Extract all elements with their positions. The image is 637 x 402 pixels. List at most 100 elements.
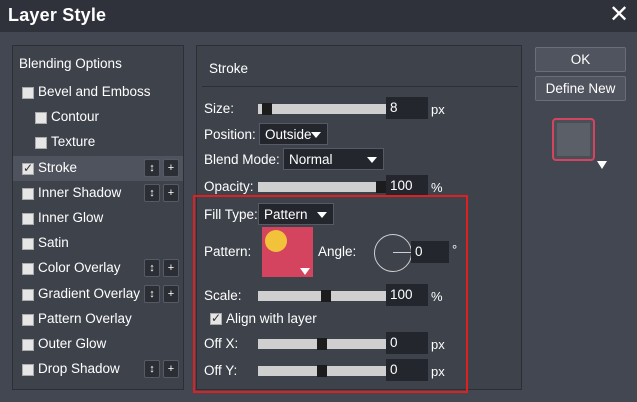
off-y-slider-thumb[interactable] — [317, 365, 327, 377]
effect-checkbox[interactable] — [35, 112, 47, 124]
effect-label: Outer Glow — [38, 336, 107, 351]
align-with-layer-label: Align with layer — [226, 311, 317, 326]
blend-mode-dropdown[interactable]: Normal — [283, 148, 384, 170]
chevron-down-icon — [300, 268, 310, 275]
scale-label: Scale: — [204, 288, 242, 303]
reorder-icon[interactable]: ↕ — [144, 159, 160, 177]
angle-dial[interactable] — [374, 234, 412, 272]
add-icon[interactable]: + — [163, 159, 179, 177]
position-value: Outside — [265, 127, 312, 142]
effect-item-inner-shadow[interactable]: Inner Shadow ↕ + — [13, 181, 183, 206]
scale-slider-thumb[interactable] — [321, 290, 331, 302]
style-preview — [552, 118, 595, 161]
effect-checkbox[interactable] — [22, 188, 34, 200]
effect-checkbox[interactable] — [22, 289, 34, 301]
add-icon[interactable]: + — [163, 259, 179, 277]
effect-checkbox[interactable] — [22, 213, 34, 225]
scale-slider[interactable] — [258, 290, 388, 302]
blend-mode-value: Normal — [289, 152, 333, 167]
effect-item-inner-glow[interactable]: Inner Glow — [13, 206, 183, 231]
pattern-label: Pattern: — [204, 244, 252, 259]
effect-item-outer-glow[interactable]: Outer Glow — [13, 332, 183, 357]
effect-item-gradient-overlay[interactable]: Gradient Overlay ↕ + — [13, 282, 183, 307]
blend-mode-label: Blend Mode: — [204, 152, 280, 167]
position-dropdown[interactable]: Outside — [259, 123, 328, 145]
effect-label: Satin — [38, 235, 69, 250]
effect-checkbox[interactable] — [22, 87, 34, 99]
effect-label: Contour — [51, 109, 100, 124]
add-icon[interactable]: + — [163, 285, 179, 303]
effect-checkbox[interactable] — [22, 238, 34, 250]
effect-label: Pattern Overlay — [38, 311, 132, 326]
effect-label: Inner Shadow — [38, 185, 122, 200]
add-icon[interactable]: + — [163, 184, 179, 202]
opacity-slider[interactable] — [258, 181, 388, 193]
effect-checkbox[interactable] — [22, 314, 34, 326]
size-slider[interactable] — [258, 103, 388, 115]
angle-label: Angle: — [318, 244, 357, 259]
angle-input[interactable]: 0 — [411, 241, 449, 263]
off-x-input[interactable]: 0 — [386, 332, 428, 354]
pattern-dot-icon — [265, 230, 287, 252]
effect-label: Texture — [51, 134, 96, 149]
off-y-label: Off Y: — [204, 363, 238, 378]
off-y-unit: px — [431, 364, 445, 379]
opacity-unit: % — [431, 180, 443, 195]
size-input[interactable]: 8 — [386, 97, 428, 119]
reorder-icon[interactable]: ↕ — [144, 184, 160, 202]
opacity-slider-thumb[interactable] — [376, 181, 386, 193]
effect-checkbox[interactable] — [22, 339, 34, 351]
scale-unit: % — [431, 289, 443, 304]
off-x-label: Off X: — [204, 336, 239, 351]
preview-menu-icon[interactable] — [597, 161, 607, 169]
size-unit: px — [431, 102, 445, 117]
effect-item-contour[interactable]: Contour — [13, 105, 183, 130]
effect-item-pattern-overlay[interactable]: Pattern Overlay — [13, 307, 183, 332]
off-x-unit: px — [431, 337, 445, 352]
off-x-slider[interactable] — [258, 338, 388, 350]
fill-type-label: Fill Type: — [204, 207, 258, 222]
effect-item-texture[interactable]: Texture — [13, 130, 183, 155]
size-label: Size: — [204, 101, 235, 116]
effect-checkbox[interactable] — [22, 364, 34, 376]
chevron-down-icon — [311, 132, 321, 138]
effect-label: Drop Shadow — [38, 361, 120, 376]
fill-type-dropdown[interactable]: Pattern — [258, 203, 334, 225]
blending-options-item[interactable]: Blending Options — [19, 56, 122, 71]
effect-item-drop-shadow[interactable]: Drop Shadow ↕ + — [13, 357, 183, 382]
effect-item-bevel-and-emboss[interactable]: Bevel and Emboss — [13, 80, 183, 105]
angle-unit: ° — [452, 242, 458, 257]
size-slider-thumb[interactable] — [262, 103, 272, 115]
off-y-slider[interactable] — [258, 365, 388, 377]
scale-input[interactable]: 100 — [386, 284, 428, 306]
effect-label: Inner Glow — [38, 210, 104, 225]
effect-item-stroke[interactable]: Stroke ↕+ — [13, 156, 183, 181]
reorder-icon[interactable]: ↕ — [144, 285, 160, 303]
off-y-input[interactable]: 0 — [386, 359, 428, 381]
off-x-slider-thumb[interactable] — [317, 338, 327, 350]
effect-item-satin[interactable]: Satin — [13, 231, 183, 256]
pattern-picker[interactable] — [262, 227, 313, 277]
fill-type-value: Pattern — [264, 207, 308, 222]
opacity-input[interactable]: 100 — [386, 175, 428, 197]
effect-checkbox[interactable] — [35, 137, 47, 149]
effect-label: Bevel and Emboss — [38, 84, 151, 99]
close-icon[interactable]: ✕ — [607, 3, 631, 27]
position-label: Position: — [204, 127, 256, 142]
add-icon[interactable]: + — [163, 360, 179, 378]
opacity-label: Opacity: — [204, 179, 254, 194]
effect-checkbox[interactable] — [22, 161, 34, 175]
effect-label: Gradient Overlay — [38, 286, 141, 301]
ok-button[interactable]: OK — [535, 47, 626, 72]
chevron-down-icon — [367, 157, 377, 163]
reorder-icon[interactable]: ↕ — [144, 360, 160, 378]
reorder-icon[interactable]: ↕ — [144, 259, 160, 277]
effect-item-color-overlay[interactable]: Color Overlay ↕ + — [13, 256, 183, 281]
section-title: Stroke — [209, 61, 249, 76]
effect-label: Color Overlay — [38, 260, 121, 275]
title-bar: Layer Style ✕ — [0, 0, 637, 32]
effect-checkbox[interactable] — [22, 263, 34, 275]
align-with-layer-checkbox[interactable] — [210, 311, 222, 325]
define-new-button[interactable]: Define New — [535, 76, 626, 101]
chevron-down-icon — [317, 212, 327, 218]
